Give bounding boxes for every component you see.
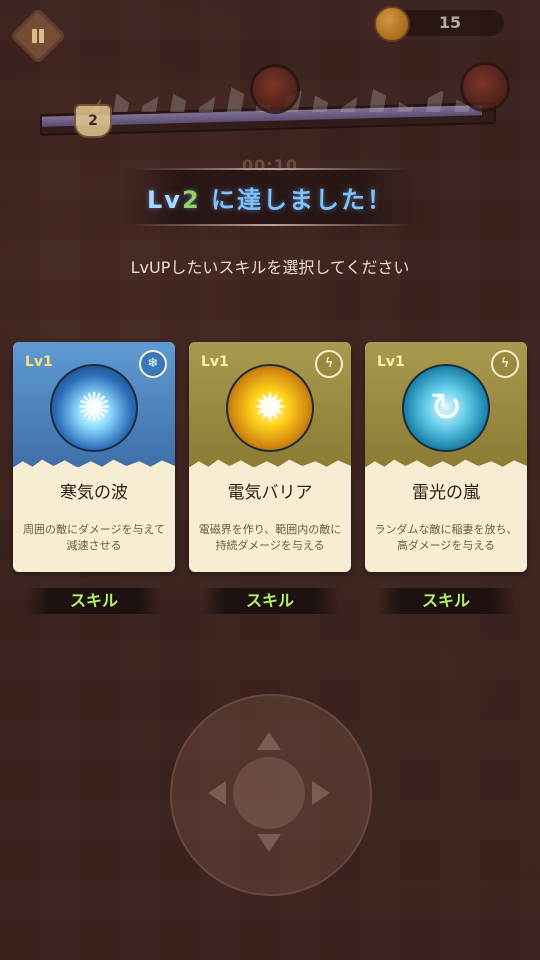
title-prefix: Lv	[147, 186, 182, 214]
joystick-left-arrow-icon	[208, 781, 226, 805]
card-name: 雷光の嵐	[412, 483, 480, 503]
shield-glyph: ✹	[253, 385, 287, 431]
card-level: Lv1	[25, 354, 53, 370]
title-level: 2	[181, 186, 201, 214]
card-description: 電磁界を作り、範囲内の敵に持続ダメージを与える	[198, 523, 342, 552]
card-name: 寒気の波	[60, 483, 128, 503]
card-description: ランダムな敵に稲妻を放ち、高ダメージを与える	[374, 523, 518, 552]
boss-marker-icon	[250, 64, 300, 114]
joystick-right-arrow-icon	[312, 781, 330, 805]
card-name: 電気バリア	[227, 483, 313, 503]
frost-swirl-icon: ❄	[139, 350, 167, 378]
player-level-badge: 2	[74, 104, 112, 138]
level-up-title: Lv2 に達しました！	[0, 180, 540, 215]
card-level: Lv1	[201, 354, 229, 370]
title-divider-bottom	[130, 224, 410, 226]
title-suffix: に達しました！	[200, 186, 393, 214]
skill-tag: スキル	[376, 588, 516, 614]
joystick-thumb[interactable]	[233, 757, 305, 829]
lightning-swirl-icon: ϟ	[315, 350, 343, 378]
skill-card-cold-wave[interactable]: Lv1 ❄ ✺ 寒気の波 周囲の敵にダメージを与えて減速させる	[13, 342, 175, 572]
lightning-swirl-icon: ϟ	[491, 350, 519, 378]
level-up-subtitle: LvUPしたいスキルを選択してください	[130, 258, 410, 277]
card-level: Lv1	[377, 354, 405, 370]
joystick-up-arrow-icon	[257, 732, 281, 750]
coin-count: 15	[438, 13, 462, 32]
ice-glyph: ✺	[77, 385, 111, 431]
joystick-down-arrow-icon	[257, 834, 281, 852]
ice-crystal-icon: ✺	[50, 364, 138, 452]
card-description: 周囲の敵にダメージを与えて減速させる	[23, 523, 165, 552]
electric-shield-icon: ✹	[226, 364, 314, 452]
pause-icon[interactable]	[29, 27, 47, 45]
lightning-storm-icon: ↻	[402, 364, 490, 452]
skill-tag: スキル	[200, 588, 340, 614]
title-divider-top	[130, 168, 410, 170]
storm-glyph: ↻	[429, 385, 463, 431]
skill-card-electric-barrier[interactable]: Lv1 ϟ ✹ 電気バリア 電磁界を作り、範囲内の敵に持続ダメージを与える	[189, 342, 351, 572]
coin-icon	[374, 6, 410, 42]
skill-tag: スキル	[24, 588, 164, 614]
final-boss-marker-icon	[460, 62, 510, 112]
skill-card-lightning-storm[interactable]: Lv1 ϟ ↻ 雷光の嵐 ランダムな敵に稲妻を放ち、高ダメージを与える	[365, 342, 527, 572]
